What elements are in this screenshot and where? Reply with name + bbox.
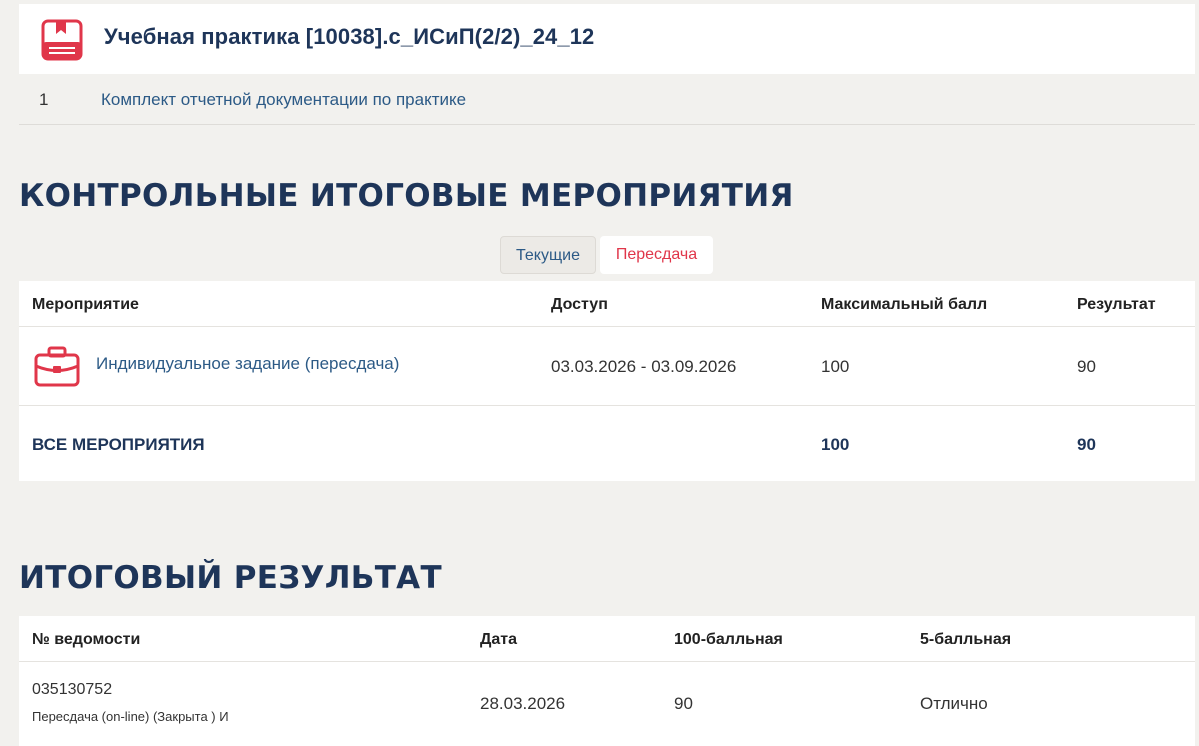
control-events-table: Мероприятие Доступ Максимальный балл Рез…: [19, 281, 1195, 481]
document-link[interactable]: Комплект отчетной документации по практи…: [101, 90, 466, 110]
column-header-access: Доступ: [551, 296, 608, 313]
notebook-icon: [41, 19, 83, 61]
briefcase-icon: [34, 346, 80, 387]
column-header-max-score: Максимальный балл: [821, 296, 988, 313]
total-result: 90: [1077, 435, 1096, 454]
statement-note: Пересдача (on-line) (Закрыта ) И: [32, 709, 229, 724]
document-row: 1 Комплект отчетной документации по прак…: [19, 75, 1195, 125]
divider: [19, 326, 1195, 327]
final-result-table: № ведомости Дата 100-балльная 5-балльная…: [19, 616, 1195, 746]
course-title: Учебная практика [10038].с_ИСиП(2/2)_24_…: [104, 24, 595, 49]
event-link[interactable]: Индивидуальное задание (пересдача): [96, 354, 399, 374]
statement-date: 28.03.2026: [480, 694, 566, 713]
column-header-score-5: 5-балльная: [920, 631, 1012, 648]
column-header-score-100: 100-балльная: [674, 631, 783, 648]
tab-current[interactable]: Текущие: [500, 236, 596, 274]
event-result: 90: [1077, 357, 1096, 376]
divider: [19, 661, 1195, 662]
score-5: Отлично: [920, 694, 988, 713]
column-header-event: Мероприятие: [32, 296, 139, 313]
divider: [19, 405, 1195, 406]
document-number: 1: [39, 90, 49, 109]
control-events-heading: КОНТРОЛЬНЫЕ ИТОГОВЫЕ МЕРОПРИЯТИЯ: [19, 178, 794, 214]
event-access: 03.03.2026 - 03.09.2026: [551, 357, 737, 376]
total-max-score: 100: [821, 435, 850, 454]
tab-retake[interactable]: Пересдача: [600, 236, 713, 274]
course-header: Учебная практика [10038].с_ИСиП(2/2)_24_…: [19, 4, 1195, 74]
column-header-statement-number: № ведомости: [32, 631, 141, 648]
final-result-heading: ИТОГОВЫЙ РЕЗУЛЬТАТ: [19, 560, 442, 596]
total-label: ВСЕ МЕРОПРИЯТИЯ: [32, 435, 205, 454]
column-header-date: Дата: [480, 631, 518, 648]
event-max-score: 100: [821, 357, 850, 376]
column-header-result: Результат: [1077, 296, 1156, 313]
score-100: 90: [674, 694, 693, 713]
statement-number: 035130752: [32, 681, 113, 698]
